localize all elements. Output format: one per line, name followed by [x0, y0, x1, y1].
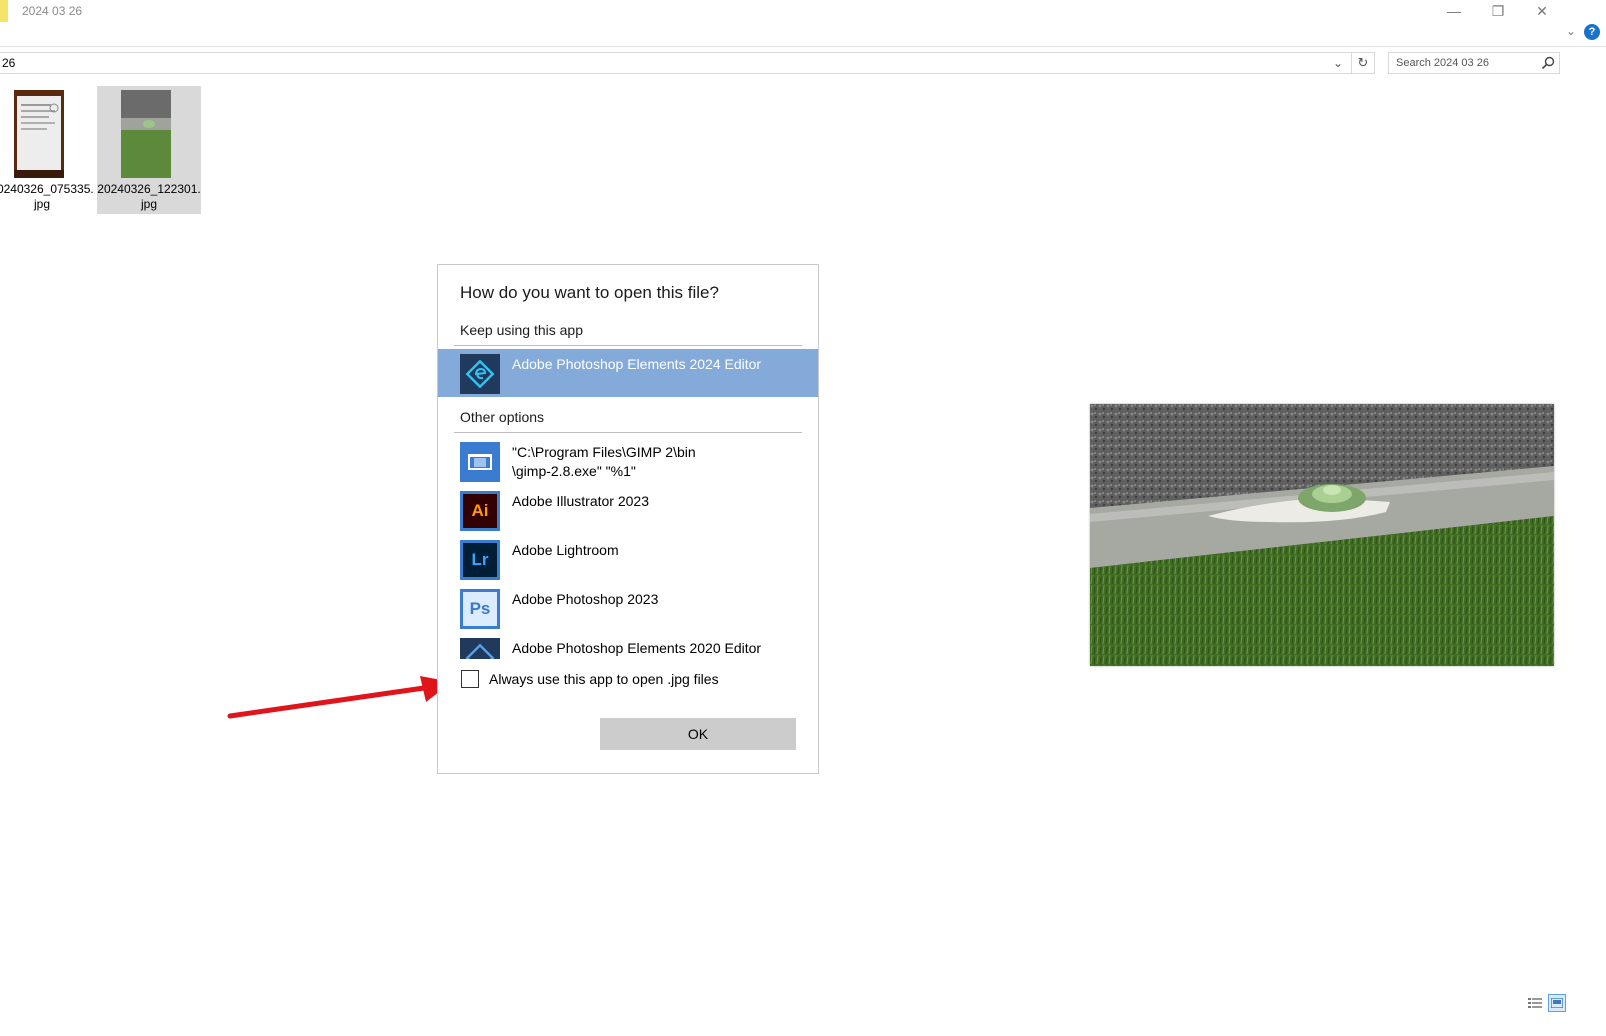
document-photo-thumbnail: [14, 90, 64, 178]
app-option-photoshop-elements-2020[interactable]: Adobe Photoshop Elements 2020 Editor: [438, 633, 818, 659]
refresh-button[interactable]: ↻: [1351, 53, 1374, 73]
app-option-gimp[interactable]: "C:\Program Files\GIMP 2\bin \gimp-2.8.e…: [438, 437, 818, 485]
always-use-checkbox[interactable]: [461, 670, 479, 688]
illustrator-logo: Ai: [463, 494, 497, 528]
app-name: Adobe Lightroom: [512, 542, 619, 558]
app-name: Adobe Photoshop Elements 2024 Editor: [512, 356, 762, 372]
lightroom-logo: Lr: [463, 543, 497, 577]
red-arrow-annotation: [227, 676, 452, 719]
app-option-lightroom[interactable]: Lr Adobe Lightroom: [438, 535, 818, 583]
dialog-title: How do you want to open this file?: [460, 283, 719, 302]
app-name: Adobe Photoshop 2023: [512, 591, 659, 607]
folder-icon: [0, 0, 8, 22]
app-option-illustrator[interactable]: Ai Adobe Illustrator 2023: [438, 486, 818, 534]
open-with-dialog: How do you want to open this file? Keep …: [437, 264, 819, 774]
details-view-icon: [1528, 998, 1542, 1008]
app-option-photoshop-elements-2024[interactable]: Adobe Photoshop Elements 2024 Editor: [438, 349, 818, 397]
photoshop-icon: Ps: [460, 589, 500, 629]
close-button[interactable]: ✕: [1520, 0, 1564, 22]
address-bar[interactable]: 26 ⌄ ↻: [0, 52, 1375, 74]
file-item-selected[interactable]: 20240326_122301. jpg: [97, 86, 201, 214]
lightroom-icon: Lr: [460, 540, 500, 580]
search-input[interactable]: [1389, 53, 1542, 73]
file-name: 20240326_075335. jpg: [0, 182, 94, 211]
large-icons-view-button[interactable]: [1548, 994, 1566, 1012]
help-button[interactable]: ?: [1584, 24, 1600, 40]
always-use-label[interactable]: Always use this app to open .jpg files: [489, 671, 719, 687]
divider: [454, 432, 802, 433]
app-name: "C:\Program Files\GIMP 2\bin \gimp-2.8.e…: [512, 444, 696, 479]
file-item[interactable]: 20240326_075335. jpg: [0, 86, 94, 214]
app-name: Adobe Photoshop Elements 2020 Editor: [512, 640, 762, 656]
generic-app-icon: [460, 442, 500, 482]
minimize-button[interactable]: —: [1432, 0, 1476, 22]
app-list[interactable]: "C:\Program Files\GIMP 2\bin \gimp-2.8.e…: [438, 437, 818, 659]
window-title: 2024 03 26: [22, 4, 83, 18]
restore-button[interactable]: ❐: [1476, 0, 1520, 22]
title-bar: 2024 03 26 — ❐ ✕ ⌄ ?: [0, 0, 1606, 47]
photoshop-elements-icon: [460, 354, 500, 394]
expand-ribbon-icon[interactable]: ⌄: [1566, 24, 1576, 38]
address-path[interactable]: 26: [2, 56, 15, 70]
other-options-heading: Other options: [460, 409, 545, 425]
divider: [454, 345, 802, 346]
file-name: 20240326_122301. jpg: [97, 182, 201, 211]
photoshop-logo: Ps: [463, 592, 497, 626]
large-icons-view-icon: [1551, 998, 1563, 1008]
chevron-down-icon[interactable]: ⌄: [1328, 53, 1348, 73]
app-name: Adobe Illustrator 2023: [512, 493, 649, 509]
illustrator-icon: Ai: [460, 491, 500, 531]
image-preview: [1090, 404, 1554, 666]
details-view-button[interactable]: [1526, 994, 1544, 1012]
search-icon[interactable]: [1541, 56, 1555, 70]
app-option-photoshop-2023[interactable]: Ps Adobe Photoshop 2023: [438, 584, 818, 632]
ok-button[interactable]: OK: [600, 718, 796, 750]
photoshop-elements-icon: [460, 638, 500, 659]
plant-photo-thumbnail: [121, 90, 171, 178]
search-box[interactable]: [1388, 52, 1560, 74]
keep-using-heading: Keep using this app: [460, 322, 583, 338]
